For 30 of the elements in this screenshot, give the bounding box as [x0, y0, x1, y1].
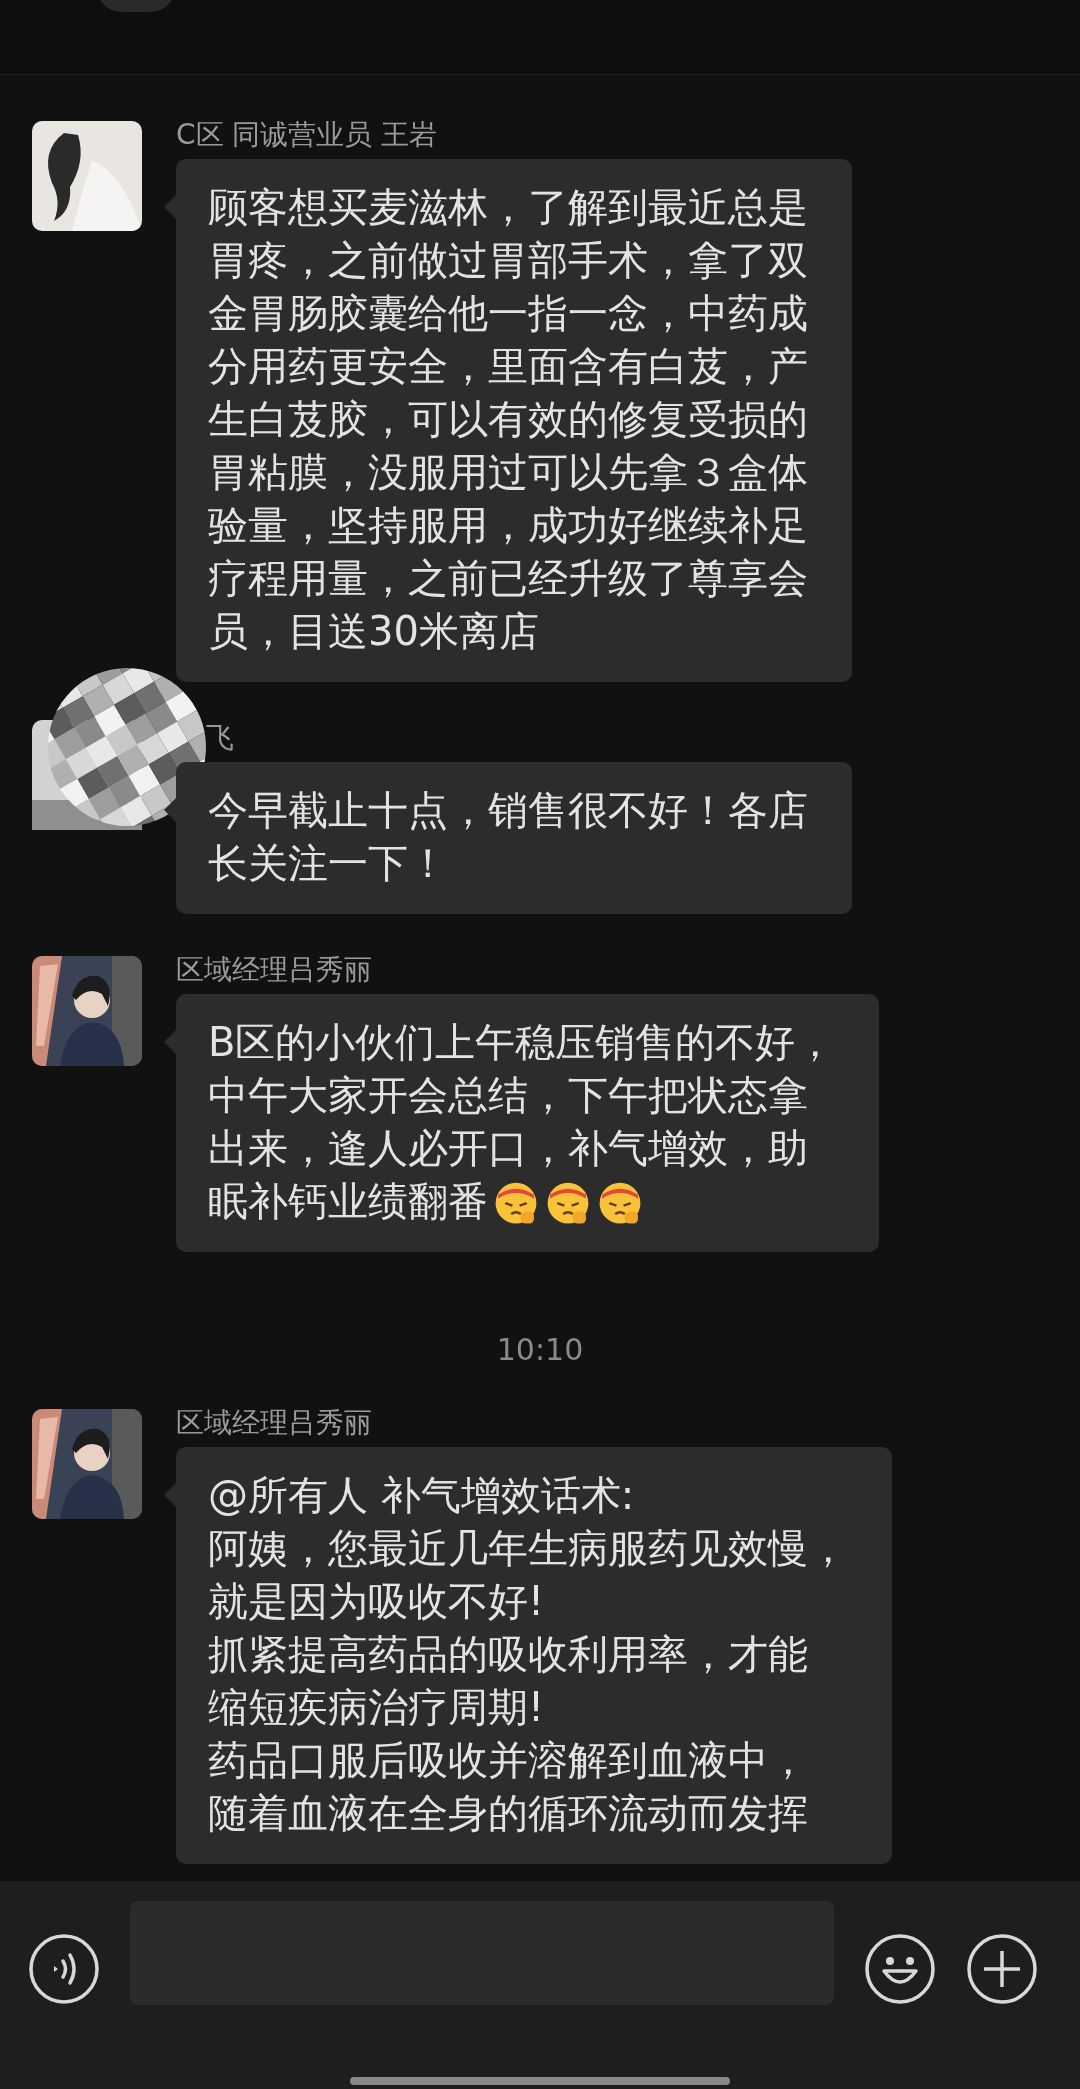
message-text: 长关注一下！	[208, 839, 448, 888]
message-text: 员，目送30米离店	[208, 607, 539, 656]
message-text: B区的小伙们上午稳压销售的不好，	[208, 1018, 836, 1067]
emoji-icon[interactable]	[864, 1933, 936, 2005]
message-text: 疗程用量，之前已经升级了尊享会	[208, 554, 808, 603]
message-text: 生白芨胶，可以有效的修复受损的	[208, 395, 808, 444]
message-text: 今早截止十点，销售很不好！各店	[208, 786, 808, 835]
message-text: 抓紧提高药品的吸收利用率，才能	[208, 1630, 808, 1679]
message-text: 胃疼，之前做过胃部手术，拿了双	[208, 236, 808, 285]
message-text: 缩短疾病治疗周期!	[208, 1683, 545, 1732]
message-text: 出来，逢人必开口，补气增效，助	[208, 1124, 808, 1173]
message-text: 胃粘膜，没服用过可以先拿３盒体	[208, 448, 808, 497]
plus-icon[interactable]	[966, 1933, 1038, 2005]
message-text: 中午大家开会总结，下午把状态拿	[208, 1071, 808, 1120]
message-text: 随着血液在全身的循环流动而发挥	[208, 1789, 808, 1838]
voice-icon[interactable]	[28, 1933, 100, 2005]
message-text: 就是因为吸收不好!	[208, 1577, 545, 1626]
message-text: 眠补钙业绩翻番	[208, 1177, 488, 1226]
message-text: 验量，坚持服用，成功好继续补足	[208, 501, 808, 550]
message-text: @所有人 补气增效话术:	[208, 1471, 635, 1520]
timestamp: 10:10	[495, 1332, 585, 1367]
sender-name: 区域经理吕秀丽	[176, 954, 372, 986]
sender-name: 飞	[206, 722, 234, 754]
message-text: 阿姨，您最近几年生病服药见效慢，	[208, 1524, 848, 1573]
sender-name: 区域经理吕秀丽	[176, 1407, 372, 1439]
message-text: 分用药更安全，里面含有白芨，产	[208, 342, 808, 391]
message-text: 顾客想买麦滋林，了解到最近总是	[208, 183, 808, 232]
message-text: 金胃肠胶囊给他一指一念，中药成	[208, 289, 808, 338]
message-text: 药品口服后吸收并溶解到血液中，	[208, 1736, 808, 1785]
sender-name: C区 同诚营业员 王岩	[176, 119, 438, 151]
